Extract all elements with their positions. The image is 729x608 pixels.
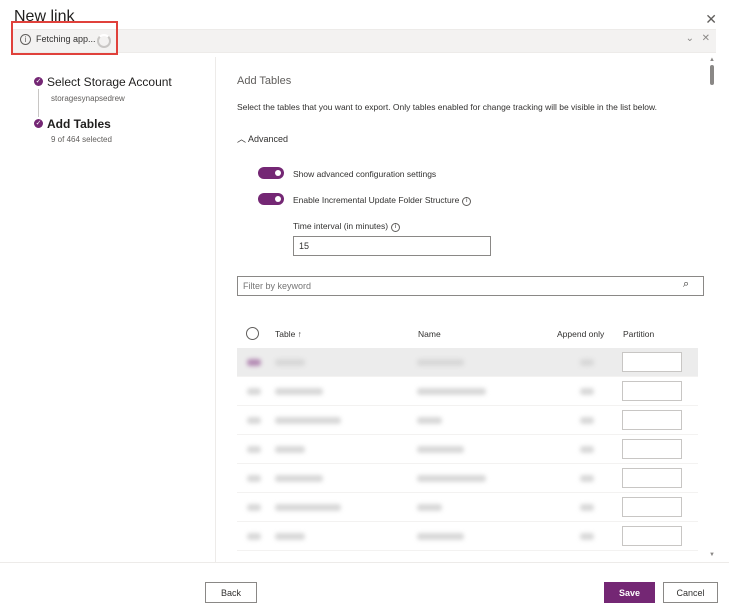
table-cell-blurred bbox=[275, 504, 341, 511]
name-cell-blurred bbox=[417, 388, 486, 395]
table-cell-blurred bbox=[275, 388, 323, 395]
show-advanced-toggle[interactable] bbox=[258, 167, 284, 179]
name-cell-blurred bbox=[417, 504, 442, 511]
name-cell-blurred bbox=[417, 359, 464, 366]
table-row[interactable] bbox=[237, 348, 698, 377]
row-icon bbox=[247, 359, 261, 366]
row-icon bbox=[247, 417, 261, 424]
row-icon bbox=[247, 533, 261, 540]
table-cell-blurred bbox=[275, 475, 323, 482]
filter-input[interactable] bbox=[237, 276, 704, 296]
table-cell-blurred bbox=[275, 446, 305, 453]
incremental-folder-toggle[interactable] bbox=[258, 193, 284, 205]
table-cell-blurred bbox=[275, 359, 305, 366]
column-header-partition[interactable]: Partition bbox=[623, 329, 654, 339]
check-icon: ✓ bbox=[34, 119, 43, 128]
partition-dropdown[interactable] bbox=[622, 439, 682, 459]
interval-label-wrap: Time interval (in minutes) i bbox=[293, 221, 401, 232]
name-cell-blurred bbox=[417, 533, 464, 540]
table-cell-blurred bbox=[275, 533, 305, 540]
footer-divider bbox=[0, 562, 729, 563]
append-cell-blurred bbox=[580, 417, 594, 424]
close-icon[interactable]: ✕ bbox=[705, 11, 717, 28]
check-icon: ✓ bbox=[34, 77, 43, 86]
incremental-folder-label: Enable Incremental Update Folder Structu… bbox=[293, 195, 460, 205]
step-list: ✓ Select Storage Account storagesynapsed… bbox=[0, 57, 216, 562]
table-row[interactable] bbox=[237, 493, 698, 522]
partition-dropdown[interactable] bbox=[622, 468, 682, 488]
append-cell-blurred bbox=[580, 446, 594, 453]
table-row[interactable] bbox=[237, 377, 698, 406]
table-row[interactable] bbox=[237, 406, 698, 435]
step-subtitle-selected-count: 9 of 464 selected bbox=[51, 135, 112, 144]
append-cell-blurred bbox=[580, 475, 594, 482]
info-icon[interactable]: i bbox=[391, 223, 401, 232]
search-icon[interactable]: ⌕ bbox=[683, 278, 689, 291]
incremental-folder-label-wrap: Enable Incremental Update Folder Structu… bbox=[293, 195, 472, 206]
advanced-toggle[interactable]: ︿ Advanced bbox=[237, 132, 288, 145]
main-panel: Add Tables Select the tables that you wa… bbox=[216, 57, 706, 562]
partition-dropdown[interactable] bbox=[622, 381, 682, 401]
table-row[interactable] bbox=[237, 464, 698, 493]
section-heading: Add Tables bbox=[237, 75, 292, 87]
advanced-label: Advanced bbox=[248, 134, 289, 144]
highlight-box bbox=[11, 21, 118, 55]
column-header-append-only[interactable]: Append only bbox=[557, 329, 604, 339]
dismiss-icon[interactable]: ✕ bbox=[702, 33, 710, 44]
interval-label: Time interval (in minutes) bbox=[293, 221, 389, 231]
step-title-add-tables[interactable]: Add Tables bbox=[47, 117, 111, 131]
step-title-select-storage[interactable]: Select Storage Account bbox=[47, 75, 172, 89]
partition-dropdown[interactable] bbox=[622, 352, 682, 372]
name-cell-blurred bbox=[417, 446, 464, 453]
partition-dropdown[interactable] bbox=[622, 497, 682, 517]
table-row[interactable] bbox=[237, 435, 698, 464]
cancel-button[interactable]: Cancel bbox=[663, 582, 718, 603]
chevron-up-icon: ︿ bbox=[237, 134, 247, 144]
back-button[interactable]: Back bbox=[205, 582, 257, 603]
scroll-down-icon[interactable]: ▼ bbox=[709, 552, 715, 558]
append-cell-blurred bbox=[580, 533, 594, 540]
name-cell-blurred bbox=[417, 417, 442, 424]
append-cell-blurred bbox=[580, 359, 594, 366]
table-row[interactable] bbox=[237, 522, 698, 551]
info-icon[interactable]: i bbox=[462, 197, 472, 206]
row-icon bbox=[247, 388, 261, 395]
name-cell-blurred bbox=[417, 475, 486, 482]
row-icon bbox=[247, 504, 261, 511]
interval-input[interactable] bbox=[293, 236, 491, 256]
scroll-up-icon[interactable]: ▲ bbox=[709, 57, 715, 63]
scrollbar[interactable]: ▲ ▼ bbox=[706, 57, 718, 562]
select-all-radio[interactable] bbox=[246, 327, 259, 340]
section-description: Select the tables that you want to expor… bbox=[237, 102, 658, 112]
chevron-double-down-icon[interactable]: ⌄ bbox=[686, 33, 694, 44]
partition-dropdown[interactable] bbox=[622, 526, 682, 546]
column-header-table[interactable]: Table ↑ bbox=[275, 329, 302, 339]
show-advanced-label: Show advanced configuration settings bbox=[293, 169, 437, 179]
save-button[interactable]: Save bbox=[604, 582, 655, 603]
partition-dropdown[interactable] bbox=[622, 410, 682, 430]
append-cell-blurred bbox=[580, 388, 594, 395]
column-header-name[interactable]: Name bbox=[418, 329, 441, 339]
append-cell-blurred bbox=[580, 504, 594, 511]
step-connector bbox=[38, 89, 39, 117]
table-cell-blurred bbox=[275, 417, 341, 424]
step-subtitle-storage: storagesynapsedrew bbox=[51, 94, 125, 103]
row-icon bbox=[247, 475, 261, 482]
scrollbar-thumb[interactable] bbox=[710, 65, 714, 85]
row-icon bbox=[247, 446, 261, 453]
